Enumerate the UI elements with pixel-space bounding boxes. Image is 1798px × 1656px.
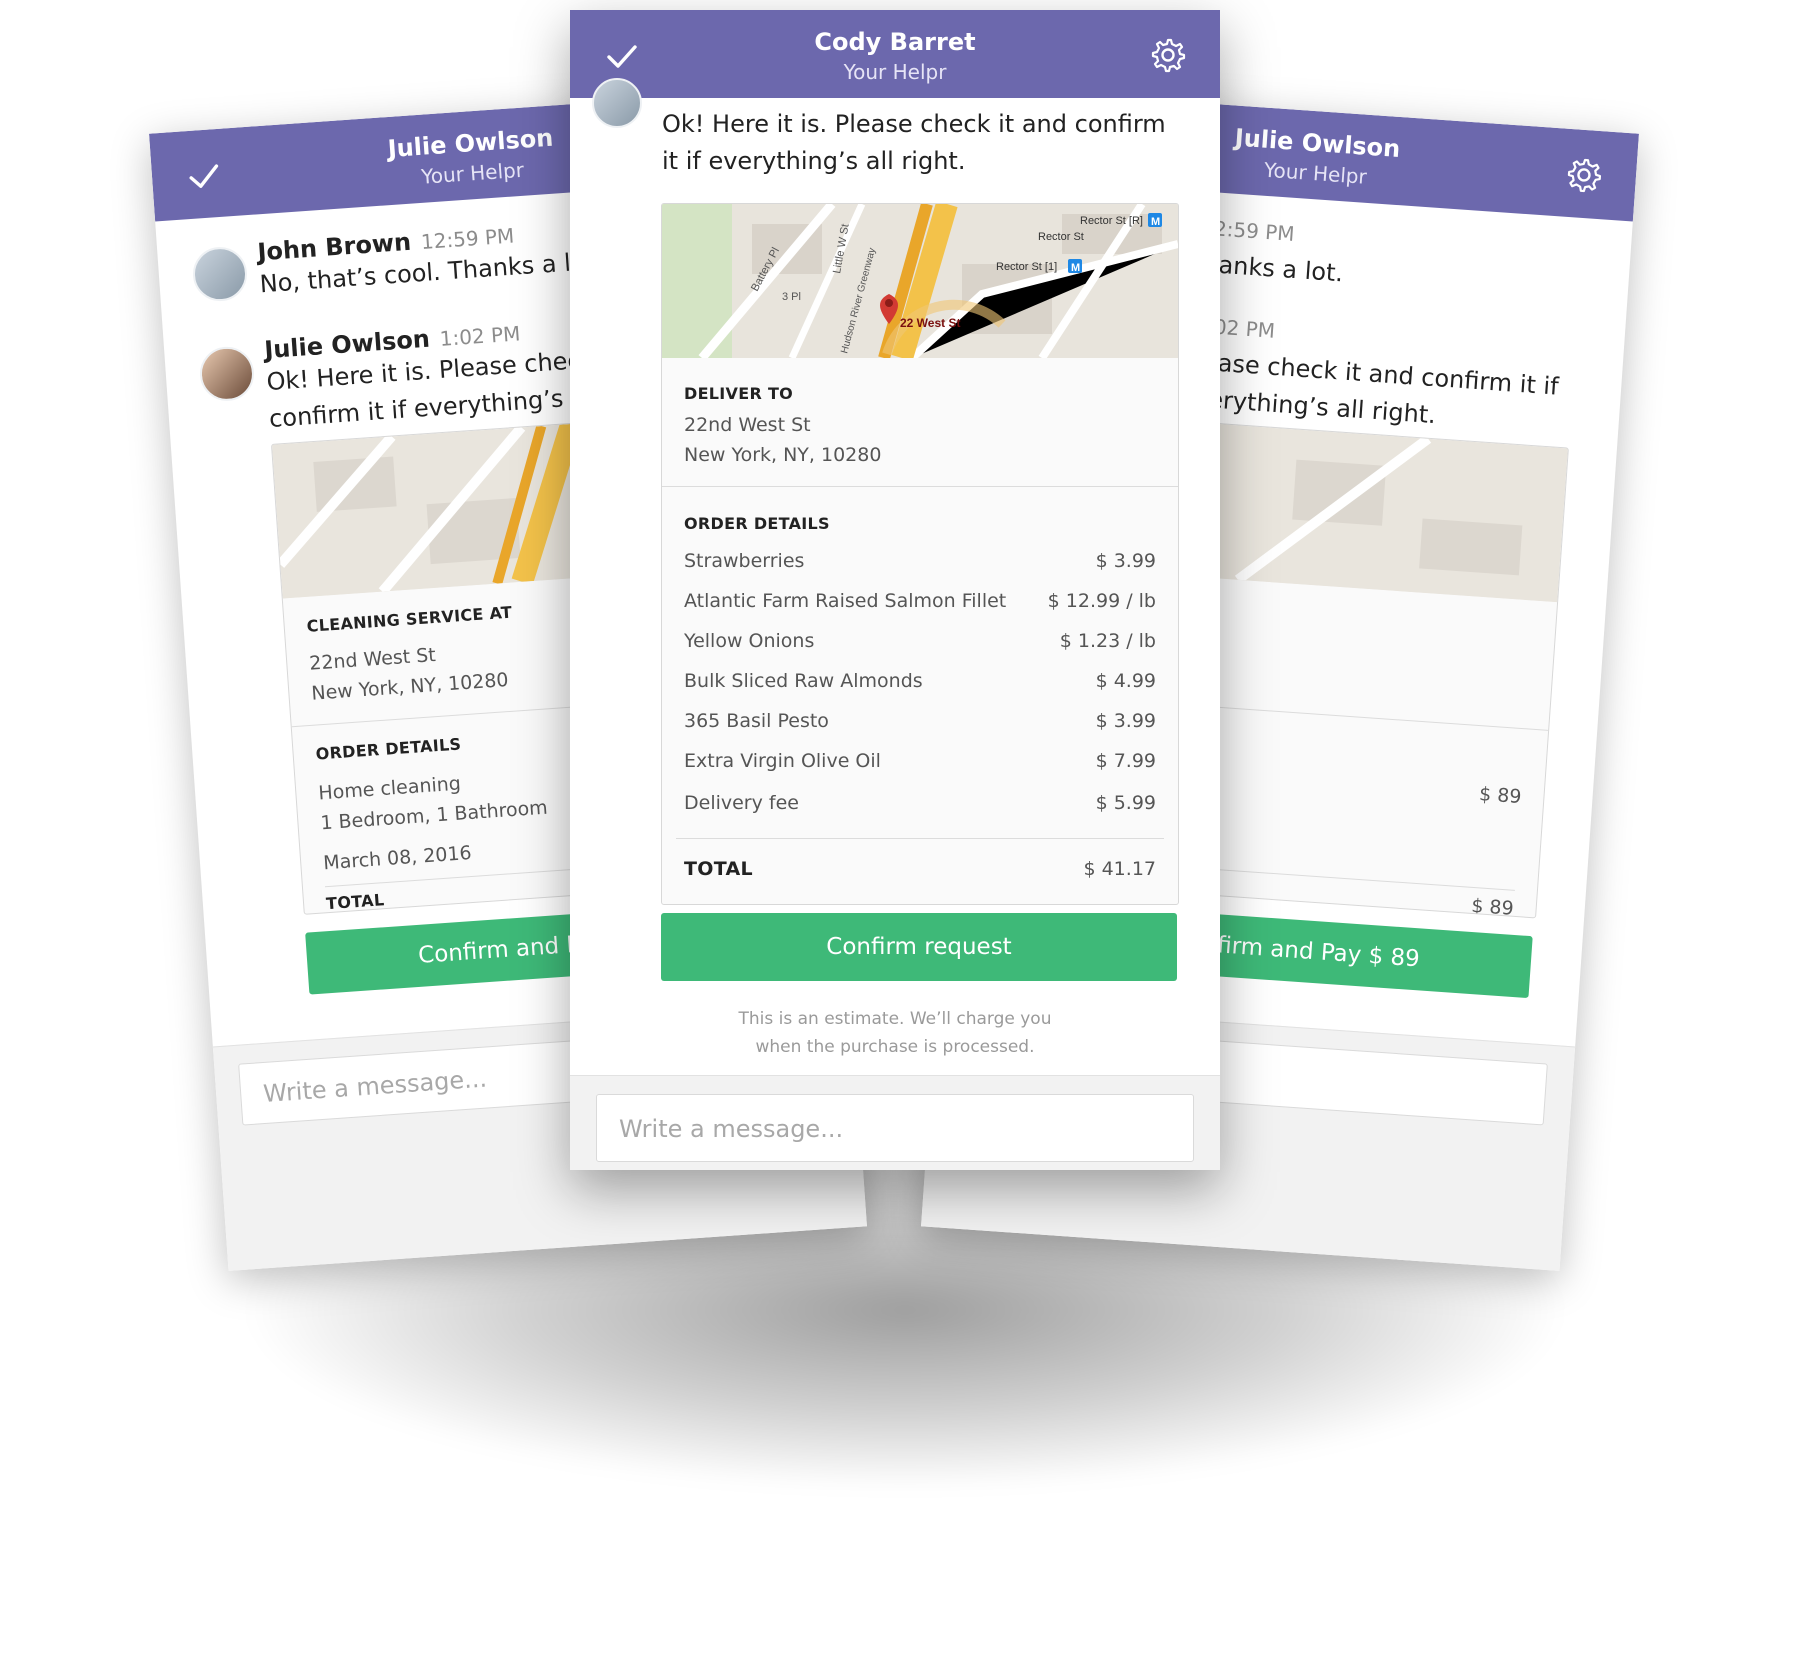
chat-header: Cody Barret Your Helpr bbox=[570, 10, 1220, 98]
divider bbox=[662, 486, 1178, 487]
order-item-row: Extra Virgin Olive Oil $ 7.99 bbox=[684, 750, 1156, 780]
item-name: Bulk Sliced Raw Almonds bbox=[684, 670, 923, 692]
map-pin-label: 22 West St bbox=[900, 316, 960, 330]
estimate-note: This is an estimate. We’ll charge you bbox=[738, 1009, 1052, 1029]
map-station-label: Rector St [R] bbox=[1080, 215, 1143, 227]
chat-card-main: Cody Barret Your Helpr Ok! Here it is. P… bbox=[570, 10, 1220, 1170]
order-item-row: Yellow Onions $ 1.23 / lb bbox=[684, 630, 1156, 660]
item-name: Atlantic Farm Raised Salmon Fillet bbox=[684, 590, 1007, 612]
deliver-heading: DELIVER TO bbox=[684, 384, 794, 403]
item-price: $ 4.99 bbox=[1095, 670, 1156, 692]
total-label: TOTAL bbox=[325, 890, 385, 914]
gear-icon[interactable] bbox=[1565, 156, 1603, 194]
total-label: TOTAL bbox=[684, 858, 753, 880]
avatar bbox=[191, 245, 249, 303]
item-name: Delivery fee bbox=[684, 792, 799, 814]
delivery-fee-row: Delivery fee $ 5.99 bbox=[684, 792, 1156, 822]
order-item-row: Bulk Sliced Raw Almonds $ 4.99 bbox=[684, 670, 1156, 700]
map[interactable]: Battery Pl Little W St 3 Pl Hudson River… bbox=[662, 204, 1178, 358]
estimate-note: when the purchase is processed. bbox=[755, 1037, 1035, 1057]
address-line1: 22nd West St bbox=[684, 414, 811, 436]
total-value: $ 89 bbox=[1470, 894, 1515, 919]
order-item-row: Atlantic Farm Raised Salmon Fillet $ 12.… bbox=[684, 590, 1156, 620]
item-price: $ 7.99 bbox=[1095, 750, 1156, 772]
order-heading: ORDER DETAILS bbox=[315, 734, 462, 764]
order-item-row: 365 Basil Pesto $ 3.99 bbox=[684, 710, 1156, 740]
avatar bbox=[592, 78, 642, 128]
total-row: TOTAL $ 41.17 bbox=[684, 858, 1156, 888]
avatar bbox=[198, 345, 256, 403]
item-price: $ 3.99 bbox=[1095, 710, 1156, 732]
composer-bar: Write a message... bbox=[570, 1075, 1220, 1170]
item-name: Strawberries bbox=[684, 550, 805, 572]
item-name: Yellow Onions bbox=[684, 630, 815, 652]
order-date: March 08, 2016 bbox=[322, 841, 473, 875]
map-station-label: Rector St [1] bbox=[996, 261, 1057, 273]
address-line2: New York, NY, 10280 bbox=[684, 444, 882, 466]
order-heading: ORDER DETAILS bbox=[684, 514, 830, 533]
gear-icon[interactable] bbox=[1150, 37, 1186, 73]
item-price: $ 1.23 / lb bbox=[1059, 630, 1156, 652]
item-price: $ 3.99 bbox=[1095, 550, 1156, 572]
price: $ 89 bbox=[1478, 783, 1523, 809]
map-street-label: Rector St bbox=[1038, 231, 1084, 243]
message-input[interactable]: Write a message... bbox=[596, 1094, 1194, 1162]
item-name: Extra Virgin Olive Oil bbox=[684, 750, 881, 772]
service-heading: CLEANING SERVICE AT bbox=[306, 602, 513, 636]
map-street-label: 3 Pl bbox=[782, 291, 801, 303]
order-item-row: Strawberries $ 3.99 bbox=[684, 550, 1156, 580]
item-price: $ 12.99 / lb bbox=[1047, 590, 1156, 612]
confirm-request-button[interactable]: Confirm request bbox=[661, 913, 1177, 981]
total-value: $ 41.17 bbox=[1083, 858, 1156, 880]
metro-icon: M bbox=[1151, 216, 1160, 228]
divider bbox=[676, 838, 1164, 839]
item-name: 365 Basil Pesto bbox=[684, 710, 829, 732]
item-price: $ 5.99 bbox=[1095, 792, 1156, 814]
message-john: John Brown 12:59 PM No, that’s cool. Than… bbox=[257, 215, 604, 304]
metro-icon: M bbox=[1071, 262, 1080, 274]
order-panel: Battery Pl Little W St 3 Pl Hudson River… bbox=[661, 203, 1179, 905]
header-title: Cody Barret bbox=[814, 28, 976, 56]
header-subtitle: Your Helpr bbox=[843, 60, 947, 84]
message-text: Ok! Here it is. Please check it and conf… bbox=[662, 110, 1166, 175]
